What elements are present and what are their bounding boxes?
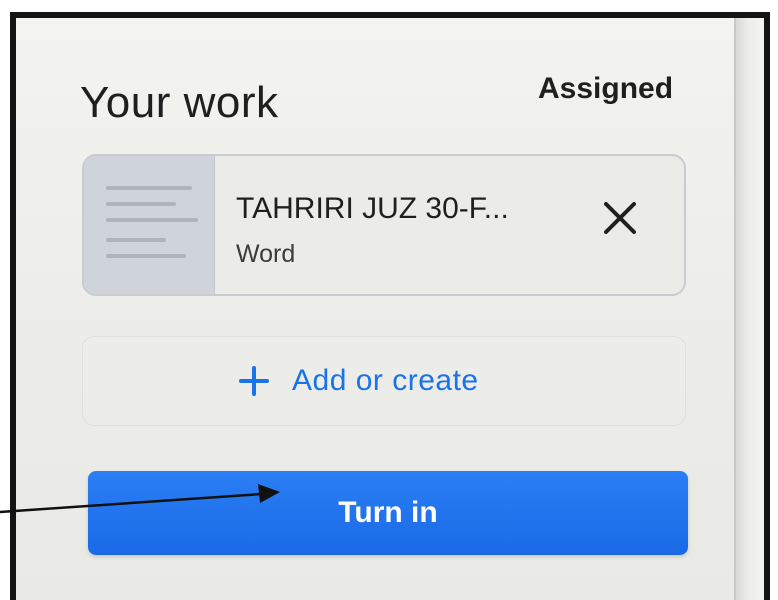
device-edge <box>734 18 764 600</box>
thumbnail-line <box>106 238 166 242</box>
plus-icon <box>239 366 269 396</box>
attachment-card[interactable]: TAHRIRI JUZ 30-F... Word <box>82 154 686 296</box>
thumbnail-line <box>106 186 192 190</box>
add-or-create-button[interactable]: Add or create <box>238 356 479 406</box>
thumbnail-line <box>106 254 186 258</box>
attachment-file-type: Word <box>236 240 296 268</box>
close-icon <box>604 202 636 234</box>
page-title: Your work <box>80 78 279 127</box>
remove-attachment-button[interactable] <box>594 192 646 244</box>
photo-stage: Your work Assigned TAHRIRI JUZ 30-F... W… <box>0 0 778 600</box>
status-badge: Assigned <box>538 72 674 105</box>
photo-frame: Your work Assigned TAHRIRI JUZ 30-F... W… <box>10 12 770 600</box>
attachment-file-name: TAHRIRI JUZ 30-F... <box>236 192 509 225</box>
turn-in-button[interactable]: Turn in <box>88 471 688 555</box>
document-thumbnail <box>84 156 215 294</box>
add-or-create-label: Add or create <box>292 364 479 397</box>
thumbnail-line <box>106 202 176 206</box>
classroom-assignment-panel: Your work Assigned TAHRIRI JUZ 30-F... W… <box>16 18 734 600</box>
thumbnail-line <box>106 218 198 222</box>
